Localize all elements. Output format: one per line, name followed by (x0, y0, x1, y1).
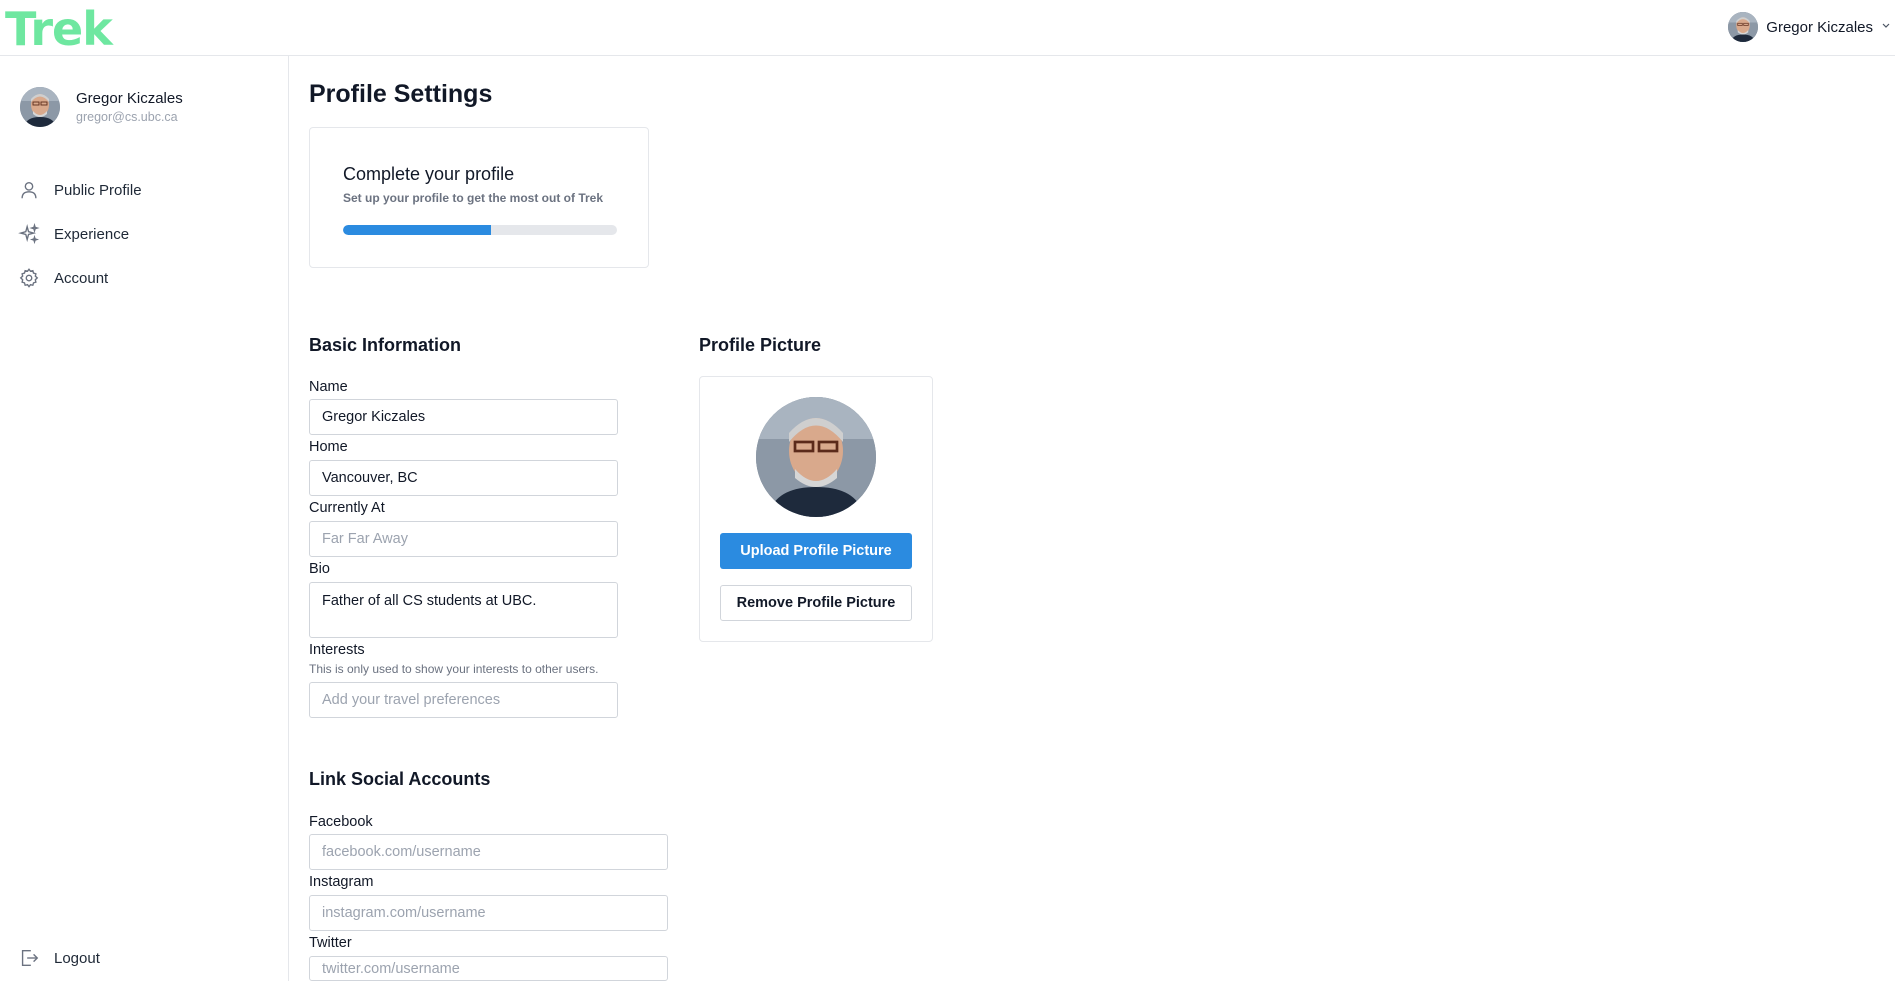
instagram-input[interactable] (309, 895, 668, 931)
header-avatar (1728, 12, 1759, 42)
top-bar: Trek Gregor Kiczales (0, 0, 1895, 56)
name-input[interactable] (309, 399, 618, 435)
completion-title: Complete your profile (343, 164, 515, 184)
sidebar-item-label: Public Profile (54, 181, 142, 199)
sidebar-user-email: gregor@cs.ubc.ca (76, 110, 178, 124)
logout-icon (21, 949, 39, 967)
sidebar-item-experience[interactable]: Experience (18, 212, 142, 256)
bio-label: Bio (309, 561, 330, 577)
interests-input[interactable] (309, 682, 618, 718)
sidebar-item-label: Account (54, 269, 109, 287)
name-label: Name (309, 379, 348, 395)
user-menu[interactable]: Gregor Kiczales (1728, 12, 1895, 42)
bio-textarea[interactable]: Father of all CS students at UBC. (309, 582, 618, 638)
social-accounts-title: Link Social Accounts (309, 769, 491, 789)
avatar-image (1728, 12, 1759, 42)
currently-at-input[interactable] (309, 521, 618, 557)
avatar-image (20, 87, 60, 127)
twitter-label: Twitter (309, 935, 352, 951)
sidebar-user: Gregor Kiczales gregor@cs.ubc.ca (20, 87, 183, 127)
profile-picture-avatar (756, 397, 876, 517)
sidebar-item-public-profile[interactable]: Public Profile (18, 168, 142, 212)
page-title: Profile Settings (309, 80, 493, 108)
logout-button[interactable]: Logout (18, 947, 100, 969)
main-content: Profile Settings Complete your profile S… (309, 56, 1889, 981)
chevron-down-icon (1881, 20, 1895, 34)
user-icon (21, 181, 37, 199)
gear-icon (19, 268, 39, 288)
profile-picture-card: Upload Profile Picture Remove Profile Pi… (699, 376, 933, 642)
sidebar: Gregor Kiczales gregor@cs.ubc.ca Public … (0, 56, 289, 981)
instagram-label: Instagram (309, 874, 374, 890)
facebook-label: Facebook (309, 814, 373, 830)
completion-subtitle: Set up your profile to get the most out … (343, 191, 604, 205)
sidebar-user-name: Gregor Kiczales (76, 90, 183, 107)
remove-profile-picture-button[interactable]: Remove Profile Picture (720, 585, 912, 621)
home-label: Home (309, 439, 348, 455)
sidebar-item-label: Experience (54, 225, 130, 243)
twitter-input[interactable] (309, 956, 668, 981)
sparkles-icon (18, 223, 40, 245)
interests-hint: This is only used to show your interests… (309, 662, 599, 676)
interests-label: Interests (309, 642, 365, 658)
header-user-name: Gregor Kiczales (1766, 18, 1873, 36)
profile-completion-card: Complete your profile Set up your profil… (309, 127, 649, 268)
facebook-input[interactable] (309, 834, 668, 870)
upload-profile-picture-button[interactable]: Upload Profile Picture (720, 533, 912, 569)
completion-progress-fill (343, 225, 491, 235)
sidebar-user-info: Gregor Kiczales gregor@cs.ubc.ca (76, 90, 183, 124)
sidebar-nav: Public Profile Experience Account (18, 168, 142, 300)
logout-label: Logout (54, 949, 100, 967)
completion-progress-bar (343, 225, 617, 235)
sidebar-item-account[interactable]: Account (18, 256, 142, 300)
basic-info-title: Basic Information (309, 335, 462, 355)
sidebar-avatar (20, 87, 60, 127)
home-input[interactable] (309, 460, 618, 496)
profile-picture-title: Profile Picture (699, 335, 822, 355)
avatar-image (756, 397, 876, 517)
trek-logo[interactable]: Trek (5, 2, 113, 56)
currently-at-label: Currently At (309, 500, 385, 516)
